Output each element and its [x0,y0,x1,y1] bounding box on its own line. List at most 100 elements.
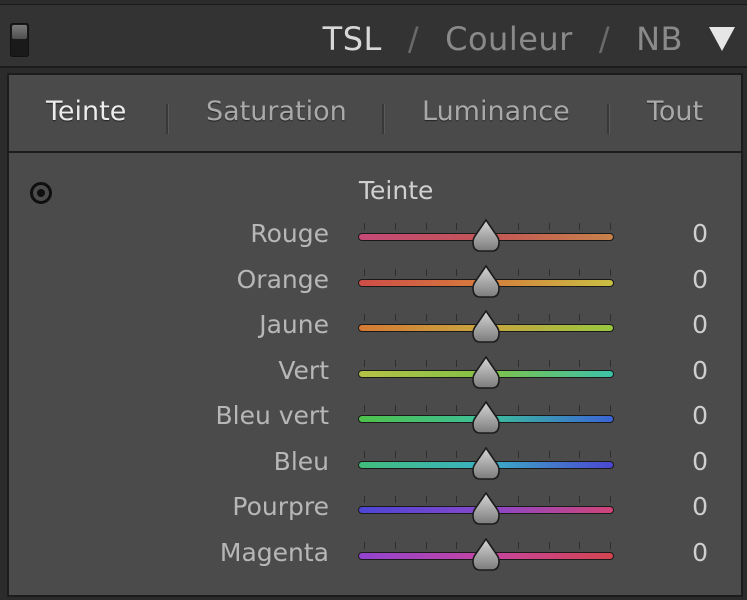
tab-teinte[interactable]: Teinte [46,95,126,129]
slider-tick [364,450,365,458]
slider-tick [364,541,365,549]
slider-label: Magenta [219,537,329,567]
slider-thumb[interactable] [472,355,500,390]
slider-tick [610,450,611,458]
slider-tick [517,450,519,458]
slider-tick [425,314,427,321]
tab-divider [166,104,168,134]
slider-tick [456,496,458,503]
slider-row-bleu-vert: Bleu vert 0 [9,397,741,443]
target-adjustment-icon[interactable] [30,182,52,204]
slider-tick [548,314,550,321]
slider-row-jaune: Jaune 0 [9,306,741,352]
slider-tick [394,359,396,367]
slider-value[interactable]: 0 [692,219,708,248]
slider-tick [517,405,519,412]
slider-tick [394,405,396,412]
slider-tick [548,450,550,458]
slider-value[interactable]: 0 [692,265,708,294]
slider-label: Jaune [259,310,329,339]
slider-thumb[interactable] [472,310,500,344]
slider-tick [364,268,365,276]
slider-tick [456,450,458,458]
slider-thumb[interactable] [472,537,500,572]
slider-tick [364,405,365,412]
slider-tick [610,541,611,549]
slider-tick [548,405,550,412]
slider-tick [456,223,458,230]
slider-tick [364,359,365,367]
mode-nb[interactable]: NB [636,20,683,58]
slider-tick [364,314,365,321]
slider-tick [610,405,611,412]
slider-label: Bleu [273,446,329,476]
slider-tick [610,314,611,321]
tab-divider [382,104,384,134]
slider-tick [425,223,427,230]
tab-tout[interactable]: Tout [647,95,703,129]
sliders-panel: Teinte Rouge 0 Orange 0 Jaune 0 Vert 0 Bleu vert… [7,153,743,597]
slider-thumb[interactable] [472,492,500,526]
slider-tick [456,541,458,549]
slider-tick [425,405,427,412]
slider-value[interactable]: 0 [692,401,708,430]
slider-row-vert: Vert 0 [9,352,741,398]
tab-luminance[interactable]: Luminance [422,95,570,129]
slider-tick [364,496,365,503]
mode-tsl[interactable]: TSL [323,20,382,58]
slider-thumb[interactable] [472,264,500,299]
slider-tick [579,541,581,549]
panel-toggle-switch[interactable] [10,23,29,57]
slider-tick [548,359,550,367]
slider-tick [579,223,581,230]
slider-value[interactable]: 0 [692,356,708,385]
slider-tick [456,268,458,276]
slider-tick [394,496,396,503]
slider-tick [364,223,365,230]
tab-divider [607,104,609,134]
panel-header[interactable]: TSL / Couleur / NB [0,4,747,68]
slider-tick [517,359,519,367]
slider-thumb[interactable] [472,401,500,435]
slider-tick [610,496,611,503]
slider-value[interactable]: 0 [692,538,708,567]
slider-tick [548,268,550,276]
slider-tick [394,450,396,458]
slider-row-pourpre: Pourpre 0 [9,488,741,534]
tab-bar: Teinte Saturation Luminance Tout [7,73,743,153]
slider-tick [394,223,396,230]
slider-tick [610,359,611,367]
slider-label: Orange [236,264,329,294]
slider-tick [610,268,611,276]
mode-couleur[interactable]: Couleur [445,20,573,58]
slider-tick [610,223,611,230]
slider-value[interactable]: 0 [692,492,708,521]
slider-thumb[interactable] [472,446,500,481]
slider-tick [394,314,396,321]
slider-tick [517,496,519,503]
slider-row-bleu: Bleu 0 [9,443,741,489]
section-title: Teinte [359,176,434,205]
slider-tick [579,314,581,321]
slider-tick [579,496,581,503]
slider-tick [425,359,427,367]
hsl-panel: TSL / Couleur / NB Teinte Saturation Lum… [0,0,747,600]
slider-row-orange: Orange 0 [9,261,741,307]
slider-tick [548,496,550,503]
triangle-down-icon[interactable] [709,27,735,51]
slider-label: Vert [278,355,329,385]
slider-tick [456,314,458,321]
slider-tick [394,541,396,549]
slider-tick [548,541,550,549]
slider-thumb[interactable] [472,219,500,253]
slider-tick [517,314,519,321]
slider-tick [579,359,581,367]
tab-saturation[interactable]: Saturation [206,95,347,129]
slider-tick [456,405,458,412]
slider-tick [579,450,581,458]
slider-label: Pourpre [232,492,329,521]
slider-tick [579,405,581,412]
slider-tick [517,268,519,276]
slider-value[interactable]: 0 [692,447,708,476]
slider-value[interactable]: 0 [692,310,708,339]
